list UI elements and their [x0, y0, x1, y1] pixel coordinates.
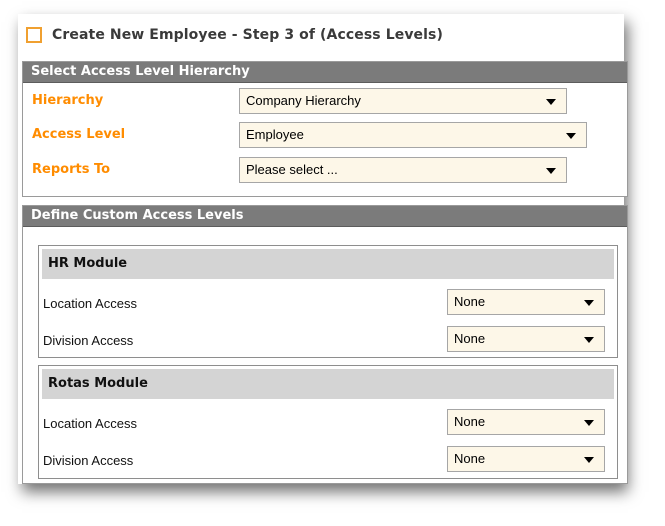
chevron-down-icon: [566, 133, 576, 139]
hierarchy-section: Select Access Level Hierarchy Hierarchy …: [22, 61, 628, 197]
custom-access-section-header: Define Custom Access Levels: [23, 206, 627, 227]
rotas-module-header: Rotas Module: [42, 369, 614, 399]
hr-location-access-value: None: [454, 294, 486, 309]
page-title: Create New Employee - Step 3 of (Access …: [52, 27, 443, 43]
access-level-label: Access Level: [32, 127, 126, 142]
hierarchy-select[interactable]: Company Hierarchy: [239, 88, 567, 114]
hr-module: HR Module Location Access None Division …: [38, 245, 618, 358]
reports-to-select-value: Please select ...: [246, 162, 338, 177]
access-level-row: Access Level Employee: [23, 122, 627, 150]
hr-division-access-select[interactable]: None: [447, 326, 605, 352]
chevron-down-icon: [546, 168, 556, 174]
chevron-down-icon: [584, 457, 594, 463]
hierarchy-select-value: Company Hierarchy: [246, 93, 361, 108]
orange-square-icon: [26, 27, 42, 43]
rotas-location-access-row: Location Access None: [39, 409, 617, 437]
rotas-division-access-label: Division Access: [43, 453, 134, 468]
page-title-row: Create New Employee - Step 3 of (Access …: [26, 24, 443, 46]
employee-wizard-panel: Create New Employee - Step 3 of (Access …: [18, 14, 628, 484]
rotas-location-access-label: Location Access: [43, 416, 137, 431]
hr-location-access-row: Location Access None: [39, 289, 617, 317]
hr-location-access-label: Location Access: [43, 296, 137, 311]
hr-division-access-label: Division Access: [43, 333, 134, 348]
custom-access-section: Define Custom Access Levels HR Module Lo…: [22, 205, 628, 484]
access-level-select[interactable]: Employee: [239, 122, 587, 148]
rotas-division-access-row: Division Access None: [39, 446, 617, 474]
rotas-location-access-select[interactable]: None: [447, 409, 605, 435]
hierarchy-section-header: Select Access Level Hierarchy: [23, 62, 627, 83]
reports-to-row: Reports To Please select ...: [23, 157, 627, 185]
rotas-location-access-value: None: [454, 414, 486, 429]
rotas-division-access-value: None: [454, 451, 486, 466]
rotas-division-access-select[interactable]: None: [447, 446, 605, 472]
hr-division-access-row: Division Access None: [39, 326, 617, 354]
access-level-select-value: Employee: [246, 127, 304, 142]
chevron-down-icon: [584, 420, 594, 426]
chevron-down-icon: [546, 99, 556, 105]
reports-to-select[interactable]: Please select ...: [239, 157, 567, 183]
chevron-down-icon: [584, 337, 594, 343]
hr-location-access-select[interactable]: None: [447, 289, 605, 315]
chevron-down-icon: [584, 300, 594, 306]
hr-division-access-value: None: [454, 331, 486, 346]
hierarchy-row: Hierarchy Company Hierarchy: [23, 88, 627, 116]
rotas-module: Rotas Module Location Access None Divisi…: [38, 365, 618, 479]
hierarchy-label: Hierarchy: [32, 93, 104, 108]
hr-module-header: HR Module: [42, 249, 614, 279]
reports-to-label: Reports To: [32, 162, 111, 177]
